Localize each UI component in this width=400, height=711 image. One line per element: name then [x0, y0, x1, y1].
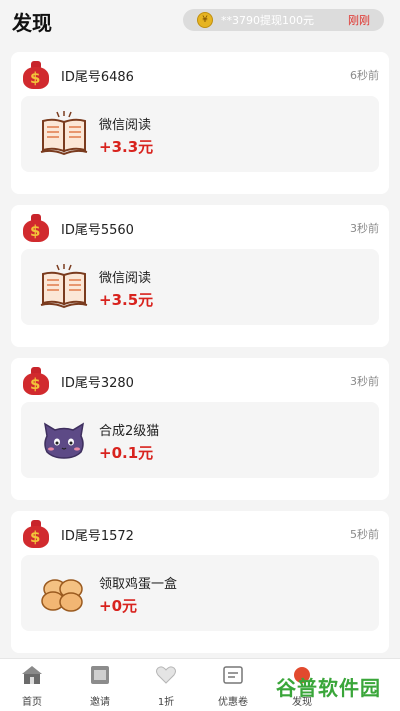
task-panel: 合成2级猫 +0.1元 — [21, 402, 379, 478]
task-reward: +0.1元 — [99, 444, 154, 462]
withdraw-ticker[interactable]: ¥ **3790提现100元 刚刚 — [183, 9, 384, 31]
money-bag-icon — [23, 214, 49, 242]
task-name: 微信阅读 — [99, 118, 152, 133]
elapsed-time: 3秒前 — [350, 375, 379, 388]
user-id: ID尾号3280 — [61, 375, 134, 391]
elapsed-time: 3秒前 — [350, 222, 379, 235]
money-bag-icon — [23, 61, 49, 89]
task-name: 合成2级猫 — [99, 424, 160, 439]
task-reward: +3.5元 — [99, 291, 154, 309]
elapsed-time: 6秒前 — [350, 69, 379, 82]
user-id: ID尾号6486 — [61, 69, 134, 85]
elapsed-time: 5秒前 — [350, 528, 379, 541]
money-bag-icon — [23, 367, 49, 395]
tab-label: 首页 — [22, 697, 42, 708]
tab-home[interactable]: 首页 — [2, 665, 62, 708]
cat-icon — [43, 422, 85, 459]
activity-feed: ID尾号6486 6秒前 微信阅读 +3.3元 — [11, 52, 389, 664]
task-panel: 微信阅读 +3.3元 — [21, 96, 379, 172]
book-icon — [40, 111, 88, 156]
task-reward: +3.3元 — [99, 138, 154, 156]
tab-coupon[interactable]: 优惠卷 — [203, 665, 263, 708]
ticker-text: **3790提现100元 — [221, 14, 314, 27]
tab-label: 邀请 — [90, 697, 110, 708]
watermark-logo: 谷普软件园 — [276, 676, 381, 700]
feed-card[interactable]: ID尾号1572 5秒前 领取鸡蛋一盒 +0元 — [11, 511, 389, 653]
money-bag-icon — [23, 520, 49, 548]
tab-invite[interactable]: 邀请 — [70, 665, 130, 708]
book-icon — [40, 264, 88, 309]
ticker-time: 刚刚 — [348, 14, 370, 27]
eggs-icon — [41, 579, 83, 612]
tab-label: 1折 — [157, 697, 175, 708]
coupon-icon — [223, 666, 243, 684]
tab-discount[interactable]: 1折 — [136, 665, 196, 708]
tab-label: 优惠卷 — [218, 697, 248, 708]
invite-icon — [91, 666, 109, 684]
task-name: 领取鸡蛋一盒 — [99, 577, 178, 592]
task-panel: 微信阅读 +3.5元 — [21, 249, 379, 325]
user-id: ID尾号5560 — [61, 222, 134, 238]
user-id: ID尾号1572 — [61, 528, 134, 544]
feed-card[interactable]: ID尾号5560 3秒前 微信阅读 +3.5元 — [11, 205, 389, 347]
feed-card[interactable]: ID尾号6486 6秒前 微信阅读 +3.3元 — [11, 52, 389, 194]
coin-icon: ¥ — [197, 12, 213, 28]
task-reward: +0元 — [99, 597, 138, 615]
task-panel: 领取鸡蛋一盒 +0元 — [21, 555, 379, 631]
page-title: 发现 — [12, 11, 52, 35]
feed-card[interactable]: ID尾号3280 3秒前 合成2级猫 +0.1元 — [11, 358, 389, 500]
home-icon — [22, 666, 42, 684]
task-name: 微信阅读 — [99, 271, 152, 286]
heart-icon — [156, 666, 176, 684]
top-bar: 发现 ¥ **3790提现100元 刚刚 — [0, 0, 400, 42]
